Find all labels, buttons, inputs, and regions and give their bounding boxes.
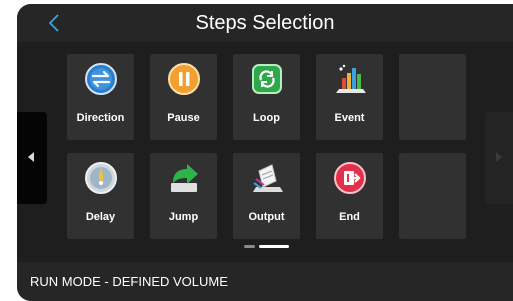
page-title: Steps Selection (195, 12, 335, 34)
tile-delay[interactable]: Delay (67, 153, 134, 239)
steps-grid: Direction Pause Loop Event Delay Jump Ou… (17, 42, 513, 258)
page-indicator (244, 245, 304, 249)
tile-empty (399, 54, 466, 140)
page-dot-1[interactable] (244, 245, 255, 248)
tile-label: Output (248, 211, 285, 223)
run-mode-status: RUN MODE - DEFINED VOLUME (30, 274, 228, 289)
tile-event[interactable]: Event (316, 54, 383, 140)
tile-label: End (339, 211, 360, 223)
tile-output[interactable]: Output (233, 153, 300, 239)
jump-icon (167, 161, 201, 195)
tile-end[interactable]: End (316, 153, 383, 239)
page-dot-2-active[interactable] (259, 245, 289, 248)
event-icon (333, 62, 367, 96)
end-icon (333, 161, 367, 195)
status-bar: RUN MODE - DEFINED VOLUME (17, 262, 513, 301)
tile-label: Pause (167, 112, 200, 124)
tile-label: Delay (85, 211, 116, 223)
tile-label: Jump (168, 211, 199, 223)
title-bar: Steps Selection (17, 4, 513, 42)
tile-jump[interactable]: Jump (150, 153, 217, 239)
delay-icon (84, 161, 118, 195)
tile-loop[interactable]: Loop (233, 54, 300, 140)
arrow-left-icon (28, 152, 34, 162)
tile-label: Loop (253, 112, 280, 124)
loop-icon (250, 62, 284, 96)
tile-label: Direction (76, 112, 125, 124)
direction-icon (84, 62, 118, 96)
arrow-right-icon (496, 152, 502, 162)
pause-icon (167, 62, 201, 96)
page-left-button[interactable] (17, 112, 47, 204)
tile-pause[interactable]: Pause (150, 54, 217, 140)
tile-empty (399, 153, 466, 239)
page-right-button[interactable] (485, 112, 513, 204)
output-icon (250, 161, 284, 195)
tile-direction[interactable]: Direction (67, 54, 134, 140)
device-screen: Steps Selection Direction Pause Loop Eve… (17, 4, 513, 301)
tile-label: Event (334, 112, 365, 124)
